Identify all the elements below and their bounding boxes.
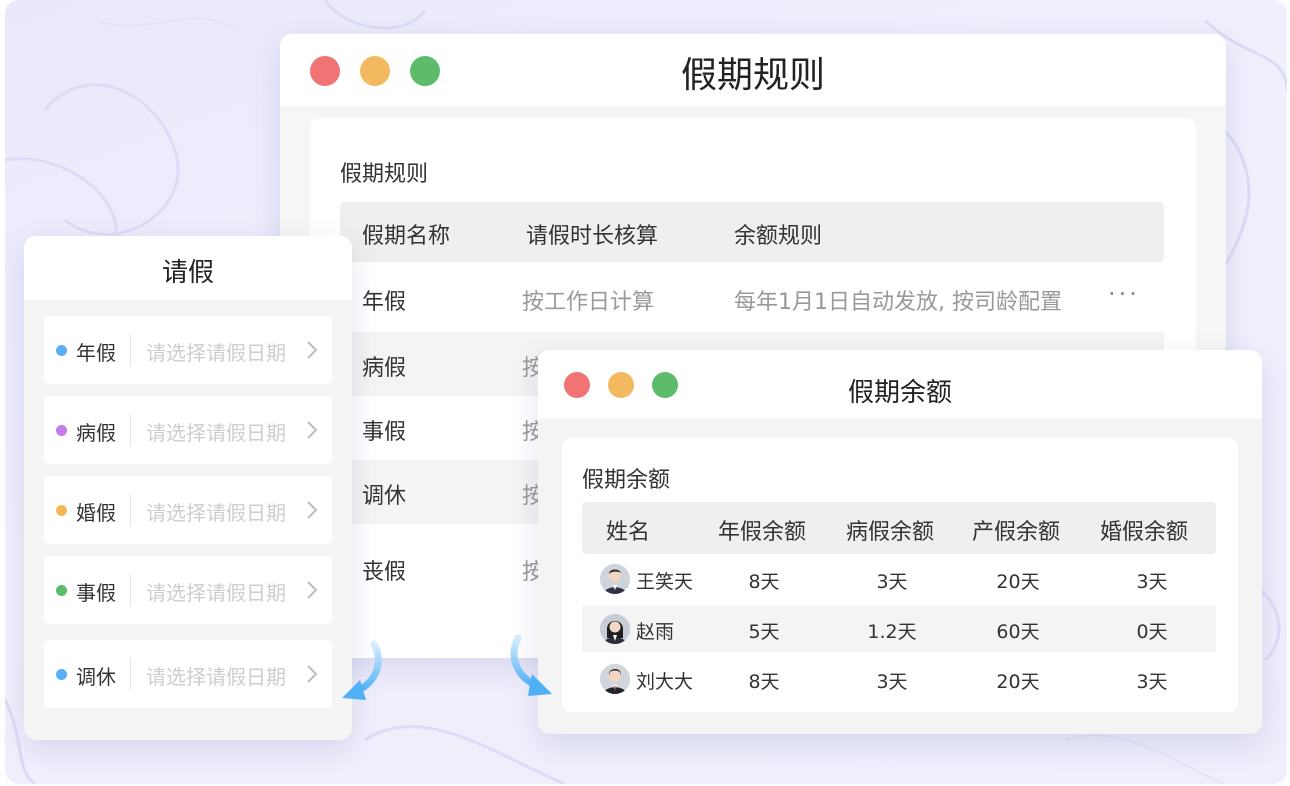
marriage-balance: 0天 <box>1136 621 1168 643</box>
annual-balance: 8天 <box>748 671 780 693</box>
maternity-balance: 20天 <box>996 671 1040 693</box>
section-heading: 假期规则 <box>340 162 429 187</box>
table-row[interactable]: 赵雨 5天 1.2天 60天 0天 <box>582 606 1216 652</box>
table-header: 假期名称 请假时长核算 余额规则 <box>340 202 1164 262</box>
sick-balance: 3天 <box>876 571 908 593</box>
curved-arrow-icon <box>510 634 552 696</box>
column-header-maternity: 产假余额 <box>972 520 1061 545</box>
date-picker-placeholder[interactable]: 请选择请假日期 <box>146 417 286 446</box>
window-titlebar: 假期余额 <box>538 350 1262 418</box>
row-name: 病假 <box>362 356 407 381</box>
avatar <box>600 564 630 594</box>
leave-type-dot <box>56 585 67 596</box>
leave-type-label: 婚假 <box>76 501 116 525</box>
leave-request-window: 请假 年假 请选择请假日期 病假 请选择请假日期 婚假 请选择请假日期 事假 请… <box>24 236 352 740</box>
annual-balance: 8天 <box>748 571 780 593</box>
window-title: 假期余额 <box>847 378 952 408</box>
maternity-balance: 20天 <box>996 571 1040 593</box>
employee-name: 刘大大 <box>636 671 694 693</box>
balance-card: 假期余额 姓名 年假余额 病假余额 产假余额 婚假余额 王笑天 8天 3天 20… <box>562 438 1238 712</box>
divider <box>130 494 131 526</box>
leave-type-label: 病假 <box>76 421 116 445</box>
table-row[interactable]: 刘大大 8天 3天 20天 3天 <box>582 656 1216 702</box>
column-header-marriage: 婚假余额 <box>1100 520 1189 545</box>
window-titlebar: 假期规则 <box>280 34 1226 106</box>
chevron-right-icon <box>307 421 318 439</box>
leave-item-annual[interactable]: 年假 请选择请假日期 <box>44 316 332 384</box>
more-options-icon[interactable]: ··· <box>1108 280 1140 308</box>
chevron-right-icon <box>307 581 318 599</box>
row-name: 年假 <box>362 290 407 315</box>
divider <box>130 658 131 690</box>
sick-balance: 1.2天 <box>867 621 917 643</box>
leave-type-dot <box>56 425 67 436</box>
leave-type-dot <box>56 669 67 680</box>
date-picker-placeholder[interactable]: 请选择请假日期 <box>146 661 286 690</box>
section-heading: 假期余额 <box>582 468 671 493</box>
date-picker-placeholder[interactable]: 请选择请假日期 <box>146 577 286 606</box>
leave-type-label: 调休 <box>76 665 116 689</box>
chevron-right-icon <box>307 341 318 359</box>
divider <box>130 414 131 446</box>
avatar <box>600 614 630 644</box>
column-header-sick: 病假余额 <box>846 520 935 545</box>
row-name: 丧假 <box>362 560 407 585</box>
column-header-annual: 年假余额 <box>718 520 807 545</box>
curved-arrow-icon <box>342 640 382 700</box>
date-picker-placeholder[interactable]: 请选择请假日期 <box>146 497 286 526</box>
vacation-balance-window: 假期余额 假期余额 姓名 年假余额 病假余额 产假余额 婚假余额 王笑天 8天 … <box>538 350 1262 734</box>
leave-type-dot <box>56 505 67 516</box>
leave-type-label: 年假 <box>76 341 116 365</box>
window-titlebar: 请假 <box>24 236 352 300</box>
marriage-balance: 3天 <box>1136 671 1168 693</box>
leave-type-label: 事假 <box>76 581 116 605</box>
divider <box>130 334 131 366</box>
employee-name: 王笑天 <box>636 571 694 593</box>
chevron-right-icon <box>307 665 318 683</box>
column-header-name: 假期名称 <box>362 224 451 249</box>
marriage-balance: 3天 <box>1136 571 1168 593</box>
row-rule: 每年1月1日自动发放, 按司龄配置 <box>734 290 1062 315</box>
leave-item-compensatory[interactable]: 调休 请选择请假日期 <box>44 640 332 708</box>
row-name: 调休 <box>362 484 407 509</box>
sick-balance: 3天 <box>876 671 908 693</box>
window-title: 假期规则 <box>680 55 825 96</box>
leave-item-marriage[interactable]: 婚假 请选择请假日期 <box>44 476 332 544</box>
maternity-balance: 60天 <box>996 621 1040 643</box>
annual-balance: 5天 <box>748 621 780 643</box>
leave-item-personal[interactable]: 事假 请选择请假日期 <box>44 556 332 624</box>
chevron-right-icon <box>307 501 318 519</box>
column-header-rule: 余额规则 <box>734 224 823 249</box>
table-header: 姓名 年假余额 病假余额 产假余额 婚假余额 <box>582 502 1216 554</box>
row-name: 事假 <box>362 420 407 445</box>
column-header-calc: 请假时长核算 <box>526 224 659 249</box>
table-row[interactable]: 年假 按工作日计算 每年1月1日自动发放, 按司龄配置 ··· <box>340 266 1164 330</box>
window-title: 请假 <box>161 258 214 288</box>
date-picker-placeholder[interactable]: 请选择请假日期 <box>146 337 286 366</box>
leave-item-sick[interactable]: 病假 请选择请假日期 <box>44 396 332 464</box>
leave-type-dot <box>56 345 67 356</box>
employee-name: 赵雨 <box>636 621 675 643</box>
row-calc: 按工作日计算 <box>522 290 655 315</box>
divider <box>130 574 131 606</box>
avatar <box>600 664 630 694</box>
table-row[interactable]: 王笑天 8天 3天 20天 3天 <box>582 556 1216 602</box>
column-header-name: 姓名 <box>606 520 651 545</box>
